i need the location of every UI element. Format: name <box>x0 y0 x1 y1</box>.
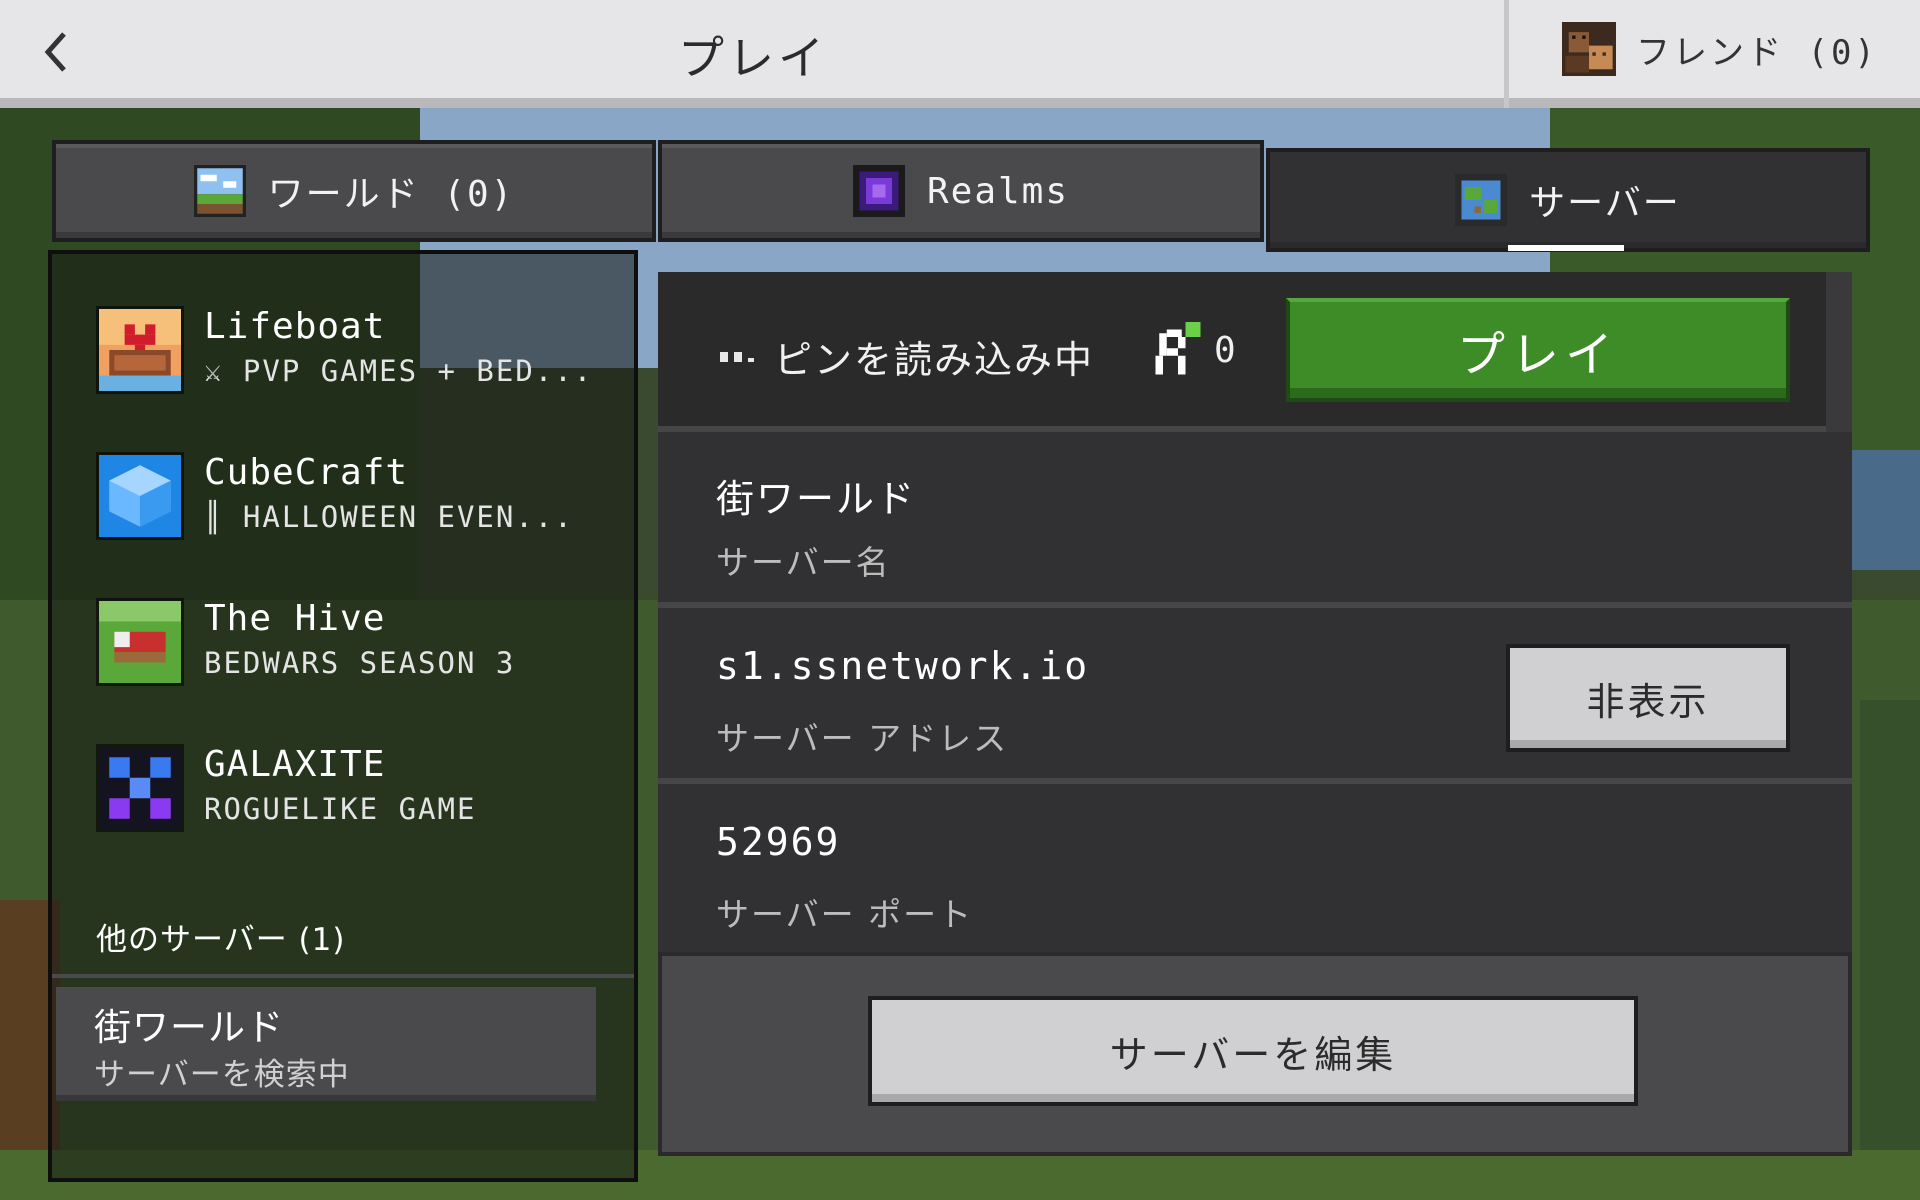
ping-signal-icon <box>720 352 754 362</box>
ping-status-text: ピンを読み込み中 <box>774 338 1095 382</box>
galaxite-icon <box>96 744 184 832</box>
divider <box>1504 0 1509 108</box>
server-item-machi-world[interactable]: 街ワールド サーバーを検索中 <box>56 987 596 1101</box>
server-name-value: 街ワールド <box>716 477 917 521</box>
play-button[interactable]: プレイ <box>1286 298 1790 402</box>
server-name: 街ワールド <box>94 1006 284 1049</box>
server-port-label: サーバー ポート <box>716 895 974 934</box>
server-name-label: サーバー名 <box>716 543 891 582</box>
friends-button[interactable]: フレンド (0) <box>1510 0 1920 98</box>
server-name: Lifeboat <box>204 306 386 347</box>
tab-label: Realms <box>926 170 1070 212</box>
server-status-row: ピンを読み込み中 0 プレイ <box>658 272 1852 432</box>
tab-label: サーバー <box>1529 183 1681 224</box>
friends-label: フレンド (0) <box>1636 32 1878 73</box>
server-port-value: 52969 <box>716 820 841 864</box>
player-count: 0 <box>1214 330 1236 371</box>
lifeboat-icon <box>96 306 184 394</box>
friends-icon <box>1562 22 1616 76</box>
server-address-value: s1.ssnetwork.io <box>716 644 1090 688</box>
tab-worlds[interactable]: ワールド (0) <box>52 140 656 242</box>
server-list-panel: Lifeboat ⚔ PVP GAMES + BED... CubeCraft … <box>48 250 638 1182</box>
edit-server-area: サーバーを編集 <box>658 952 1852 1156</box>
server-subtitle: ROGUELIKE GAME <box>204 792 477 826</box>
the-hive-bed-icon <box>96 598 184 686</box>
world-icon <box>193 165 246 217</box>
server-address-field: s1.ssnetwork.io サーバー アドレス 非表示 <box>658 614 1852 784</box>
server-name-field: 街ワールド サーバー名 <box>658 438 1852 608</box>
featured-server-the-hive[interactable]: The Hive BEDWARS SEASON 3 <box>96 598 636 718</box>
featured-server-galaxite[interactable]: GALAXITE ROGUELIKE GAME <box>96 744 636 864</box>
globe-icon <box>1455 174 1508 226</box>
server-name: The Hive <box>204 598 386 639</box>
server-status: サーバーを検索中 <box>94 1057 350 1093</box>
page-title: プレイ <box>678 31 828 85</box>
divider <box>52 974 634 978</box>
server-name: GALAXITE <box>204 744 386 785</box>
scrollbar[interactable] <box>1826 272 1852 432</box>
featured-server-lifeboat[interactable]: Lifeboat ⚔ PVP GAMES + BED... <box>96 306 636 426</box>
server-port-field: 52969 サーバー ポート <box>658 790 1852 960</box>
players-icon <box>1155 322 1201 375</box>
top-bar: プレイ フレンド (0) <box>0 0 1920 108</box>
cubecraft-icon <box>96 452 184 540</box>
tab-servers[interactable]: サーバー <box>1266 148 1870 252</box>
tab-label: ワールド (0) <box>267 174 515 215</box>
realms-portal-icon <box>852 165 905 217</box>
server-subtitle: BEDWARS SEASON 3 <box>204 646 516 680</box>
hide-address-button[interactable]: 非表示 <box>1506 644 1790 752</box>
server-address-label: サーバー アドレス <box>716 719 1009 758</box>
featured-server-cubecraft[interactable]: CubeCraft ║ HALLOWEEN EVEN... <box>96 452 636 572</box>
server-subtitle: ║ HALLOWEEN EVEN... <box>204 500 574 534</box>
active-tab-indicator <box>1508 245 1624 251</box>
server-name: CubeCraft <box>204 452 409 493</box>
tab-realms[interactable]: Realms <box>658 140 1264 242</box>
server-details-panel: ピンを読み込み中 0 プレイ 街ワールド サーバー名 s1.ssnetwork.… <box>658 272 1852 1156</box>
other-servers-label: 他のサーバー (1) <box>96 922 346 958</box>
edit-server-button[interactable]: サーバーを編集 <box>868 996 1638 1106</box>
server-subtitle: ⚔ PVP GAMES + BED... <box>204 354 594 388</box>
